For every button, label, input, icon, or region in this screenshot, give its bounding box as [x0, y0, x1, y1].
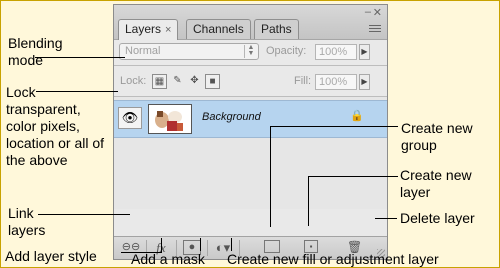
tab-channels-label: Channels: [193, 22, 244, 36]
blend-mode-value: Normal: [125, 45, 161, 57]
layer-list: 👁 Background 🔒: [114, 97, 387, 209]
leader-delete: [375, 218, 397, 219]
layer-thumbnail: [148, 104, 192, 134]
callout-create-group: Create new group: [401, 120, 473, 153]
callout-create-fill: Create new fill or adjustment layer: [227, 251, 439, 267]
minimize-icon[interactable]: –: [365, 6, 371, 18]
tab-layers[interactable]: Layers ×: [118, 19, 179, 40]
layers-panel: Layers × Channels Paths – ✕ Normal ▲ ▼ Opa…: [113, 4, 388, 260]
leader-layer-style: [161, 238, 162, 252]
tab-close-icon[interactable]: ×: [165, 24, 171, 36]
tab-paths[interactable]: Paths: [254, 19, 299, 39]
leader-blending-mode: [35, 57, 125, 58]
lock-position-icon[interactable]: ✥: [187, 74, 202, 89]
opacity-field[interactable]: 100%: [315, 44, 357, 60]
blend-opacity-row: Normal ▲ ▼ Opacity: 100% ▶: [114, 39, 387, 66]
lock-transparent-icon[interactable]: ▦: [152, 74, 167, 89]
lock-all-icon[interactable]: ■: [205, 74, 220, 89]
lock-pixels-icon[interactable]: ✎: [170, 74, 185, 89]
fill-field[interactable]: 100%: [315, 74, 357, 90]
leader-fill: [231, 238, 232, 251]
callout-delete-layer: Delete layer: [400, 210, 475, 226]
leader-mask: [200, 238, 201, 251]
callout-create-layer: Create new layer: [400, 167, 472, 200]
leader-layer-v: [308, 176, 309, 226]
leader-lock: [36, 91, 118, 92]
layer-name: Background: [202, 111, 261, 123]
layer-lock-icon: 🔒: [350, 110, 364, 122]
layer-row-background[interactable]: 👁 Background 🔒: [114, 100, 387, 138]
eye-visibility-icon[interactable]: 👁: [118, 107, 142, 129]
fill-label: Fill:: [294, 75, 312, 87]
callout-link-layers: Link layers: [8, 205, 46, 238]
close-icon[interactable]: ✕: [373, 6, 382, 19]
fill-slider-arrow-icon[interactable]: ▶: [359, 74, 370, 90]
tab-channels[interactable]: Channels: [186, 19, 251, 39]
panel-menu-icon[interactable]: [369, 25, 381, 33]
callout-add-mask: Add a mask: [131, 251, 205, 267]
lock-fill-row: Lock: ▦ ✎ ✥ ■ Fill: 100% ▶: [114, 66, 387, 97]
callout-blending-mode: Blending mode: [8, 35, 63, 68]
opacity-slider-arrow-icon[interactable]: ▶: [359, 44, 370, 60]
tab-layers-label: Layers: [125, 22, 162, 36]
callout-lock: Lock transparent, color pixels, location…: [6, 84, 105, 168]
tab-paths-label: Paths: [261, 22, 292, 36]
leader-group: [270, 126, 398, 127]
leader-group-v: [270, 126, 271, 227]
leader-layer: [308, 176, 398, 177]
blend-mode-select[interactable]: Normal ▲ ▼: [119, 43, 259, 60]
lock-label: Lock:: [120, 75, 147, 87]
thumbnail-image: [149, 105, 191, 133]
callout-add-layer-style: Add layer style: [5, 248, 97, 264]
opacity-label: Opacity:: [266, 45, 307, 57]
tab-bar: Layers × Channels Paths – ✕: [114, 5, 387, 40]
leader-link-layers: [38, 214, 130, 215]
updown-arrows-icon: ▲ ▼: [244, 44, 257, 58]
